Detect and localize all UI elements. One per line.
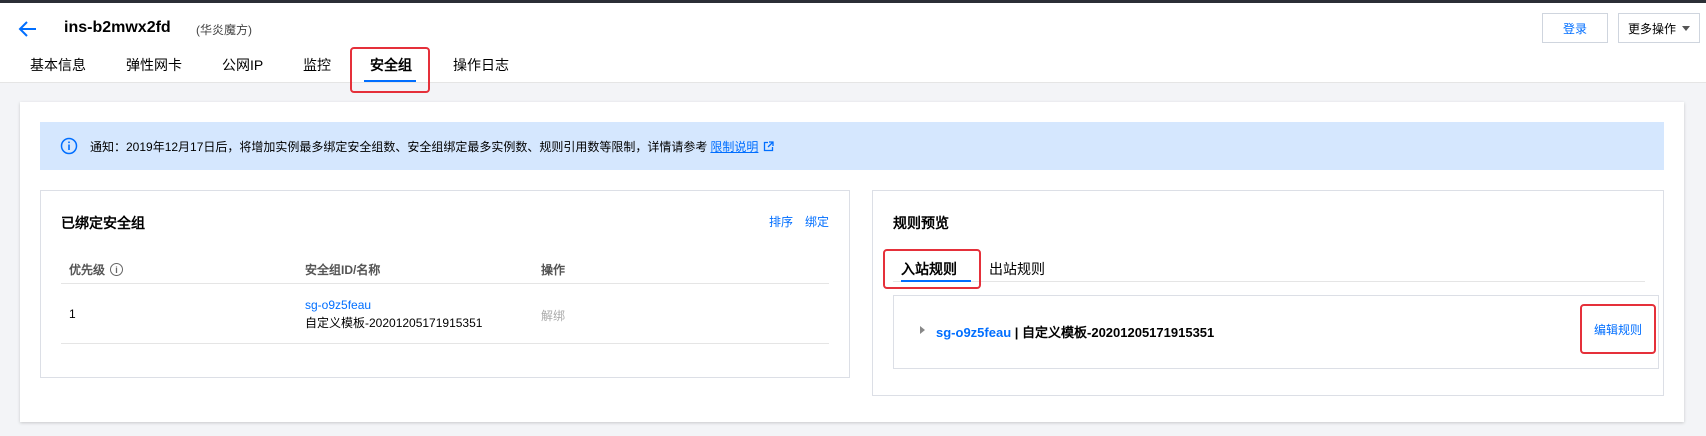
bind-button[interactable]: 绑定 (805, 213, 829, 230)
row-sg-name: 自定义模板-20201205171915351 (305, 316, 483, 330)
rule-group-separator: | (1011, 325, 1023, 340)
rule-group-template-name: 自定义模板-20201205171915351 (1022, 325, 1215, 340)
rules-preview-title: 规则预览 (893, 215, 949, 231)
column-priority: 优先级 i (69, 261, 124, 278)
caret-down-icon (1682, 25, 1690, 31)
column-sg-id-name: 安全组ID/名称 (305, 263, 381, 277)
rule-group-name: sg-o9z5feau | 自定义模板-20201205171915351 (936, 322, 1214, 341)
tab-basic-info[interactable]: 基本信息 (30, 55, 86, 75)
security-group-card: 通知：2019年12月17日后，将增加实例最多绑定安全组数、安全组绑定最多实例数… (20, 102, 1684, 422)
more-actions-dropdown[interactable]: 更多操作 (1618, 13, 1700, 43)
external-link-icon[interactable] (763, 140, 775, 152)
column-priority-label: 优先级 (69, 263, 106, 277)
unbind-button[interactable]: 解绑 (541, 307, 565, 324)
info-icon (60, 137, 78, 155)
sort-button[interactable]: 排序 (769, 213, 793, 230)
tab-operation-log[interactable]: 操作日志 (453, 55, 509, 75)
tab-monitor[interactable]: 监控 (303, 55, 331, 75)
notice-banner: 通知：2019年12月17日后，将增加实例最多绑定安全组数、安全组绑定最多实例数… (40, 122, 1664, 170)
limit-link[interactable]: 限制说明 (710, 138, 758, 155)
login-button-label: 登录 (1562, 21, 1587, 36)
bound-groups-panel: 已绑定安全组 排序 绑定 优先级 i 安全组ID/名称 操作 1 sg-o9z5… (40, 190, 850, 378)
instance-region-label: (华炎魔方) (196, 23, 252, 37)
notice-text: 通知：2019年12月17日后，将增加实例最多绑定安全组数、安全组绑定最多实例数… (90, 139, 708, 154)
edit-rules-button[interactable]: 编辑规则 (1580, 304, 1656, 354)
rules-tabs-divider (893, 281, 1645, 282)
tab-public-ip[interactable]: 公网IP (222, 55, 263, 75)
rule-group-id-link[interactable]: sg-o9z5feau (936, 325, 1011, 340)
bound-groups-title: 已绑定安全组 (61, 215, 145, 231)
instance-id-title: ins-b2mwx2fd (64, 19, 171, 36)
column-operation: 操作 (541, 263, 566, 277)
tab-eni[interactable]: 弹性网卡 (126, 55, 182, 75)
page-header: ins-b2mwx2fd (华炎魔方) 登录 更多操作 基本信息 弹性网卡 公网… (0, 3, 1706, 93)
login-button[interactable]: 登录 (1542, 13, 1608, 43)
table-row-divider (61, 343, 829, 344)
expand-caret-icon[interactable] (920, 326, 925, 334)
back-arrow-icon[interactable] (16, 17, 40, 41)
tab-outbound-rules[interactable]: 出站规则 (989, 259, 1045, 279)
more-actions-label: 更多操作 (1627, 21, 1676, 36)
rules-preview-panel: 规则预览 入站规则 出站规则 sg-o9z5feau | 自定义模板-20201… (872, 190, 1664, 396)
rule-group-row: sg-o9z5feau | 自定义模板-20201205171915351 编辑… (893, 295, 1659, 369)
table-header-divider (61, 283, 829, 284)
row-sg-id-link[interactable]: sg-o9z5feau (305, 298, 371, 312)
bound-groups-actions: 排序 绑定 (769, 213, 829, 230)
row-priority: 1 (69, 307, 76, 321)
inbound-tab-highlight-box (883, 249, 981, 289)
info-circle-icon[interactable]: i (110, 263, 124, 276)
tab-highlight-box (350, 47, 430, 93)
edit-rules-label: 编辑规则 (1593, 322, 1642, 337)
